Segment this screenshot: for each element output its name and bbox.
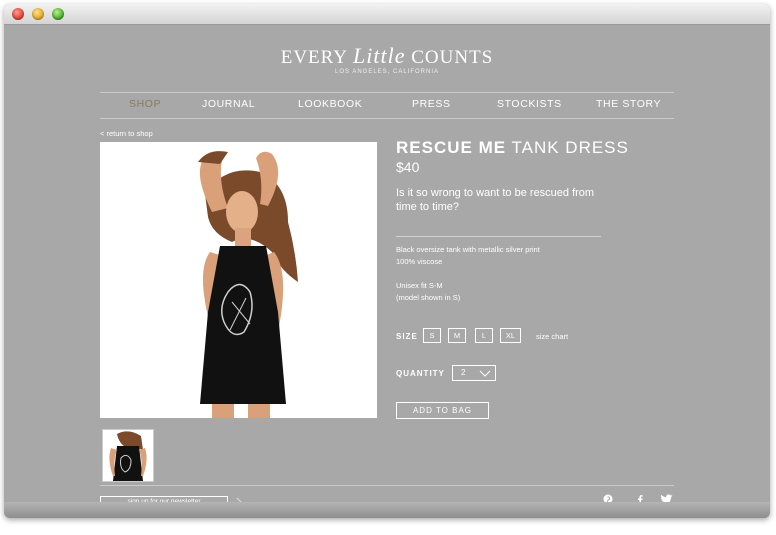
main-nav: SHOP JOURNAL LOOKBOOK PRESS STOCKISTS TH… (100, 98, 674, 112)
chevron-down-icon (479, 370, 491, 377)
nav-item-stockists[interactable]: STOCKISTS (497, 98, 562, 110)
return-to-shop-link[interactable]: < return to shop (100, 129, 153, 138)
nav-top-divider (100, 92, 674, 93)
product-tagline: Is it so wrong to want to be rescued fro… (396, 187, 595, 213)
quantity-value: 2 (461, 368, 466, 377)
nav-item-journal[interactable]: JOURNAL (202, 98, 255, 110)
close-window-button[interactable] (12, 8, 24, 20)
nav-item-the-story[interactable]: THE STORY (596, 98, 661, 110)
size-option-xl[interactable]: XL (500, 328, 521, 343)
brand-tagline: LOS ANGELES, CALIFORNIA (334, 69, 440, 75)
product-material-line: 100% viscose (396, 257, 443, 266)
browser-window: EVERY Little COUNTS LOS ANGELES, CALIFOR… (4, 4, 770, 518)
logo-text-script: Little (353, 43, 406, 68)
page-content: EVERY Little COUNTS LOS ANGELES, CALIFOR… (4, 25, 770, 508)
description-divider (396, 236, 601, 237)
footer-divider (100, 485, 674, 486)
product-title-bold: RESCUE ME (396, 138, 507, 157)
nav-bottom-divider (100, 118, 674, 119)
nav-item-lookbook[interactable]: LOOKBOOK (298, 98, 362, 110)
size-option-m[interactable]: M (448, 328, 466, 343)
minimize-window-button[interactable] (32, 8, 44, 20)
quantity-label: QUANTITY (396, 369, 445, 378)
product-model-size-line: (model shown in S) (396, 293, 461, 302)
thumbnail-illustration (109, 431, 147, 481)
logo-text-right: COUNTS (405, 47, 494, 68)
product-price: $40 (396, 159, 420, 175)
product-title-rest: TANK DRESS (506, 138, 629, 157)
logo-text-left: EVERY (280, 47, 354, 68)
product-fit-line: Unisex fit S-M (396, 281, 443, 290)
size-chart-link[interactable]: size chart (536, 332, 568, 341)
size-option-s[interactable]: S (423, 328, 441, 343)
size-label: SIZE (396, 332, 418, 341)
product-title: RESCUE ME TANK DRESS (396, 138, 629, 158)
product-description-line: Black oversize tank with metallic silver… (396, 245, 540, 254)
model-photo-illustration (198, 151, 298, 418)
add-to-bag-button[interactable]: ADD TO BAG (396, 402, 489, 419)
brand-logo[interactable]: EVERY Little COUNTS (4, 43, 770, 69)
zoom-window-button[interactable] (52, 8, 64, 20)
nav-item-press[interactable]: PRESS (412, 98, 451, 110)
window-titlebar (4, 4, 770, 25)
product-thumbnail[interactable] (102, 429, 154, 482)
product-main-image[interactable] (100, 142, 377, 418)
quantity-select[interactable]: 2 (452, 365, 496, 381)
nav-item-shop[interactable]: SHOP (129, 98, 161, 110)
window-bottom-bar (4, 502, 770, 518)
size-option-l[interactable]: L (475, 328, 493, 343)
